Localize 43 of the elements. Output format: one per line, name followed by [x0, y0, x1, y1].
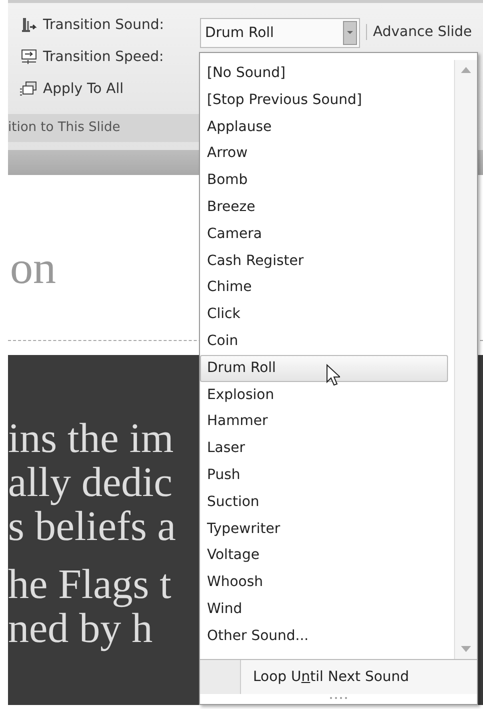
sound-option[interactable]: Cash Register — [200, 248, 448, 274]
resize-grip-icon[interactable] — [328, 696, 348, 700]
slide-title: on — [10, 241, 56, 294]
sound-icon — [20, 16, 38, 34]
sound-option[interactable]: Typewriter — [200, 516, 448, 542]
slide-text: ins the im — [8, 417, 175, 461]
sound-option[interactable]: Wind — [200, 596, 448, 623]
advance-slide-label: Advance Slide — [366, 24, 472, 40]
sound-option[interactable]: Whoosh — [200, 569, 448, 596]
sound-option[interactable]: Chime — [200, 274, 448, 302]
sound-option[interactable]: Laser — [200, 435, 448, 462]
sound-option[interactable]: Click — [200, 301, 448, 328]
sound-option[interactable]: Other Sound... — [200, 622, 448, 650]
scroll-down-icon[interactable] — [460, 645, 472, 653]
group-label: ition to This Slide — [8, 114, 200, 142]
sound-option[interactable]: Bomb — [200, 167, 448, 194]
sound-option[interactable]: Push — [200, 462, 448, 489]
scrollbar[interactable] — [454, 60, 477, 659]
sound-option[interactable]: Drum Roll — [200, 354, 448, 382]
sound-option[interactable]: [No Sound] — [200, 60, 448, 87]
sound-option[interactable]: Applause — [200, 114, 448, 140]
slides-icon — [20, 80, 38, 98]
sound-option[interactable]: Voltage — [200, 542, 448, 570]
sound-option[interactable]: Explosion — [200, 382, 448, 408]
slide-text: ally dedic — [8, 461, 174, 505]
loop-checkbox[interactable] — [200, 660, 241, 694]
slide-text: ned by h — [8, 607, 154, 651]
sound-option[interactable]: [Stop Previous Sound] — [200, 86, 448, 114]
sound-option[interactable]: Arrow — [200, 140, 448, 168]
command-label: Transition Sound: — [43, 17, 164, 33]
sound-combo[interactable]: Drum Roll — [200, 18, 360, 48]
slide-text: s beliefs a — [8, 505, 177, 549]
sound-option[interactable]: Breeze — [200, 194, 448, 221]
command-label: Transition Speed: — [43, 49, 164, 65]
sound-option[interactable]: Coin — [200, 328, 448, 355]
speed-icon — [20, 48, 38, 66]
sound-option[interactable]: Camera — [200, 220, 448, 248]
slide-text: he Flags t — [8, 563, 172, 607]
sound-option[interactable]: Suction — [200, 488, 448, 516]
apply-button[interactable]: Apply To All — [43, 81, 124, 97]
mouse-pointer-icon — [326, 364, 340, 386]
scroll-up-icon[interactable] — [460, 66, 472, 74]
sound-option[interactable]: Hammer — [200, 408, 448, 436]
